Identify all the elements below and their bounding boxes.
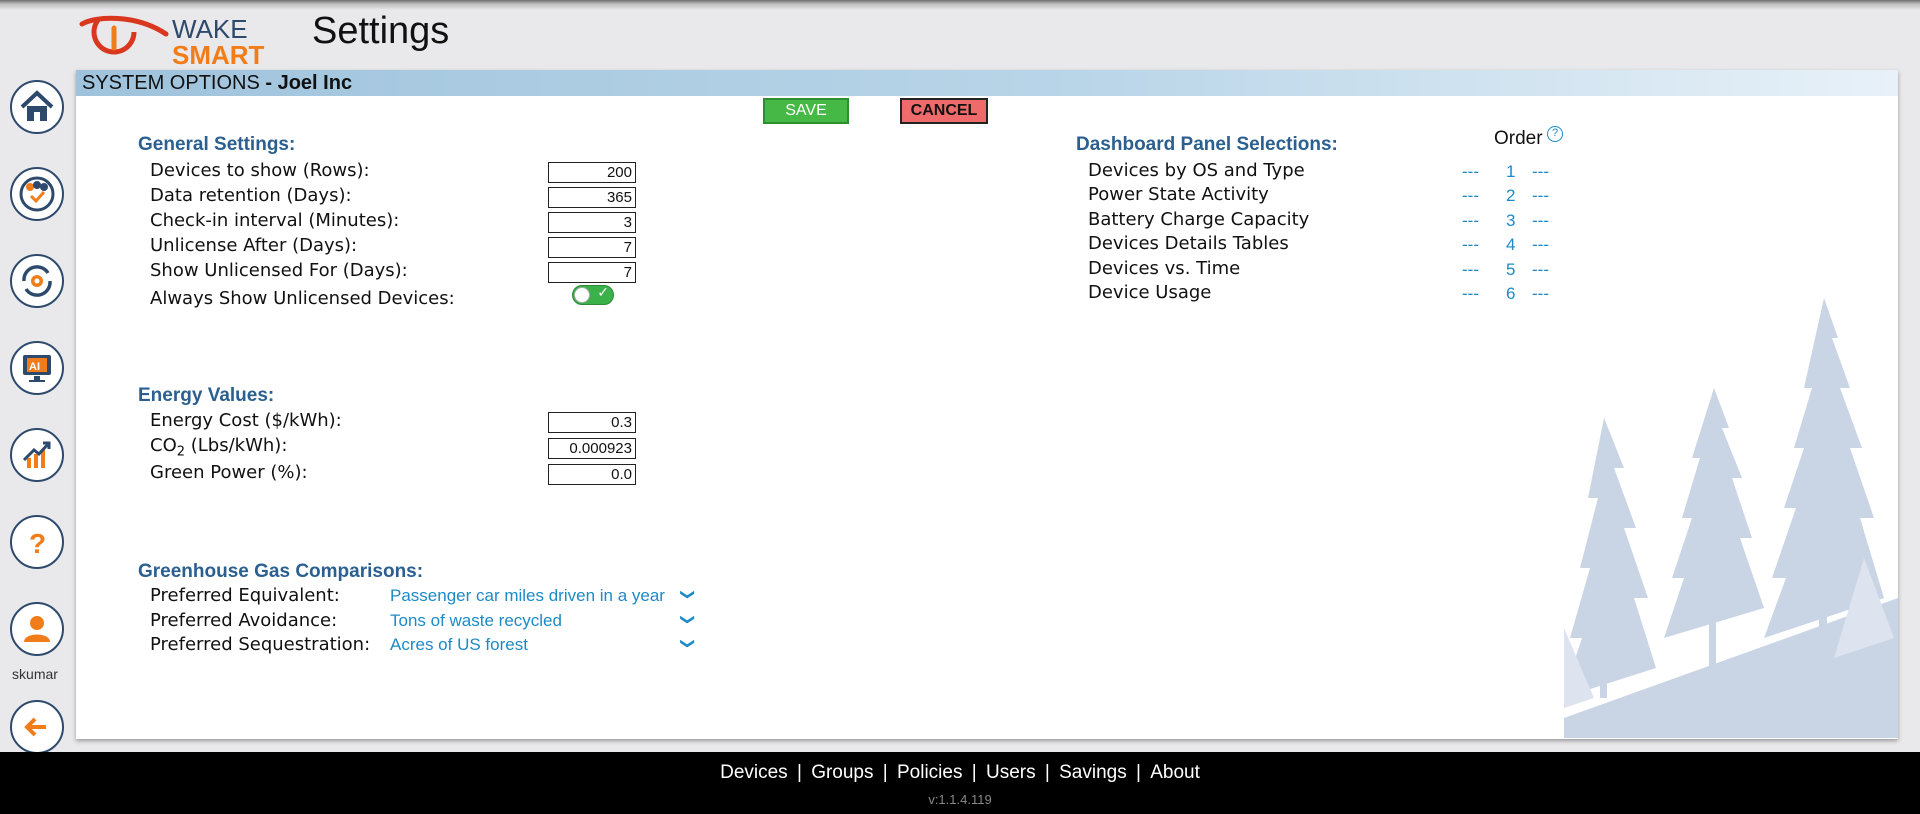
preferred-sequestration-select[interactable]: Acres of US forest ❯	[390, 635, 697, 657]
order-value: 2	[1506, 186, 1516, 205]
groups-icon[interactable]	[10, 167, 64, 221]
user-icon[interactable]	[10, 602, 64, 656]
page-title: Settings	[312, 10, 450, 52]
preferred-equivalent-label: Preferred Equivalent:	[150, 585, 340, 606]
order-value: 6	[1506, 284, 1516, 303]
move-up-link[interactable]: ---	[1462, 260, 1479, 280]
energy-values-title: Energy Values:	[138, 385, 275, 406]
dashboard-panel-title: Dashboard Panel Selections:	[1076, 134, 1338, 155]
co2-input[interactable]	[548, 438, 636, 459]
toggle-knob	[574, 287, 590, 303]
footer-link-about[interactable]: About	[1150, 762, 1200, 783]
preferred-avoidance-select[interactable]: Tons of waste recycled ❯	[390, 611, 697, 633]
dashboard-item-label: Power State Activity	[1088, 184, 1269, 205]
order-value: 3	[1506, 211, 1516, 230]
move-down-link[interactable]: ---	[1532, 260, 1549, 280]
footer: Devices | Groups | Policies | Users | Sa…	[0, 752, 1920, 814]
save-button[interactable]: SAVE	[763, 98, 849, 124]
footer-link-groups[interactable]: Groups	[811, 762, 873, 783]
panel-header: SYSTEM OPTIONS - Joel Inc	[76, 70, 1898, 96]
chevron-down-icon: ❯	[680, 613, 697, 626]
svg-text:AI: AI	[29, 361, 40, 373]
move-up-link[interactable]: ---	[1462, 162, 1479, 182]
chevron-down-icon: ❯	[680, 637, 697, 650]
dashboard-item-label: Devices Details Tables	[1088, 233, 1289, 254]
always-show-unlicensed-label: Always Show Unlicensed Devices:	[150, 288, 455, 309]
trees-illustration	[1564, 298, 1898, 738]
order-value: 5	[1506, 260, 1516, 279]
logout-icon[interactable]	[10, 700, 64, 754]
data-retention-label: Data retention (Days):	[150, 185, 352, 206]
help-circle-icon[interactable]: ?	[1547, 126, 1563, 142]
footer-link-devices[interactable]: Devices	[720, 762, 788, 783]
order-header: Order	[1494, 128, 1543, 149]
move-down-link[interactable]: ---	[1532, 186, 1549, 206]
move-down-link[interactable]: ---	[1532, 235, 1549, 255]
move-up-link[interactable]: ---	[1462, 235, 1479, 255]
cancel-button[interactable]: CANCEL	[900, 98, 988, 124]
home-icon[interactable]	[10, 80, 64, 134]
move-up-link[interactable]: ---	[1462, 186, 1479, 206]
ghg-title: Greenhouse Gas Comparisons:	[138, 561, 424, 582]
username-label: skumar	[12, 666, 58, 682]
preferred-equivalent-select[interactable]: Passenger car miles driven in a year ❯	[390, 586, 697, 608]
move-down-link[interactable]: ---	[1532, 284, 1549, 304]
show-unlicensed-for-label: Show Unlicensed For (Days):	[150, 260, 408, 281]
dashboard-item-label: Battery Charge Capacity	[1088, 209, 1310, 230]
green-power-label: Green Power (%):	[150, 462, 308, 483]
footer-nav: Devices | Groups | Policies | Users | Sa…	[0, 762, 1920, 784]
energy-cost-input[interactable]	[548, 412, 636, 433]
chevron-down-icon: ❯	[680, 588, 697, 601]
move-down-link[interactable]: ---	[1532, 162, 1549, 182]
sidebar-nav: AI ? skumar	[0, 70, 76, 754]
preferred-avoidance-label: Preferred Avoidance:	[150, 610, 338, 631]
help-icon[interactable]: ?	[10, 515, 64, 569]
checkin-interval-label: Check-in interval (Minutes):	[150, 210, 400, 231]
svg-text:SMART: SMART	[172, 40, 265, 66]
version-label: v:1.1.4.119	[928, 792, 992, 807]
footer-separator: |	[1136, 762, 1141, 783]
ai-icon[interactable]: AI	[10, 341, 64, 395]
wakesmart-logo[interactable]: WAKE SMART	[76, 14, 276, 70]
show-unlicensed-for-input[interactable]	[548, 262, 636, 283]
footer-separator: |	[882, 762, 888, 783]
order-value: 1	[1506, 162, 1516, 181]
green-power-input[interactable]	[548, 464, 636, 485]
dashboard-item-label: Device Usage	[1088, 282, 1212, 303]
checkin-interval-input[interactable]	[548, 212, 636, 233]
move-down-link[interactable]: ---	[1532, 211, 1549, 231]
footer-separator: |	[971, 762, 977, 783]
header-section: SYSTEM OPTIONS	[82, 72, 260, 94]
footer-separator: |	[1044, 762, 1050, 783]
footer-separator: |	[796, 762, 802, 783]
window-top-border	[0, 0, 1920, 10]
settings-panel: SYSTEM OPTIONS - Joel Inc SAVE CANCEL Ge…	[76, 70, 1898, 739]
dashboard-item-label: Devices by OS and Type	[1088, 160, 1305, 181]
order-value: 4	[1506, 235, 1516, 254]
header-company: - Joel Inc	[265, 72, 353, 94]
preferred-sequestration-label: Preferred Sequestration:	[150, 634, 371, 655]
general-settings-title: General Settings:	[138, 134, 296, 155]
footer-link-policies[interactable]: Policies	[897, 762, 962, 783]
unlicense-after-input[interactable]	[548, 237, 636, 258]
unlicense-after-label: Unlicense After (Days):	[150, 235, 358, 256]
policies-icon[interactable]	[10, 254, 64, 308]
dashboard-item-label: Devices vs. Time	[1088, 258, 1241, 279]
data-retention-input[interactable]	[548, 187, 636, 208]
move-up-link[interactable]: ---	[1462, 284, 1479, 304]
svg-text:?: ?	[29, 528, 46, 559]
savings-icon[interactable]	[10, 428, 64, 482]
devices-to-show-label: Devices to show (Rows):	[150, 160, 370, 181]
move-up-link[interactable]: ---	[1462, 211, 1479, 231]
energy-cost-label: Energy Cost ($/kWh):	[150, 410, 342, 431]
always-show-unlicensed-toggle[interactable]: ✓	[572, 285, 614, 305]
devices-to-show-input[interactable]	[548, 162, 636, 183]
check-icon: ✓	[597, 285, 609, 301]
footer-link-users[interactable]: Users	[986, 762, 1036, 783]
footer-link-savings[interactable]: Savings	[1059, 762, 1127, 783]
co2-label: CO2 (Lbs/kWh):	[150, 435, 288, 460]
